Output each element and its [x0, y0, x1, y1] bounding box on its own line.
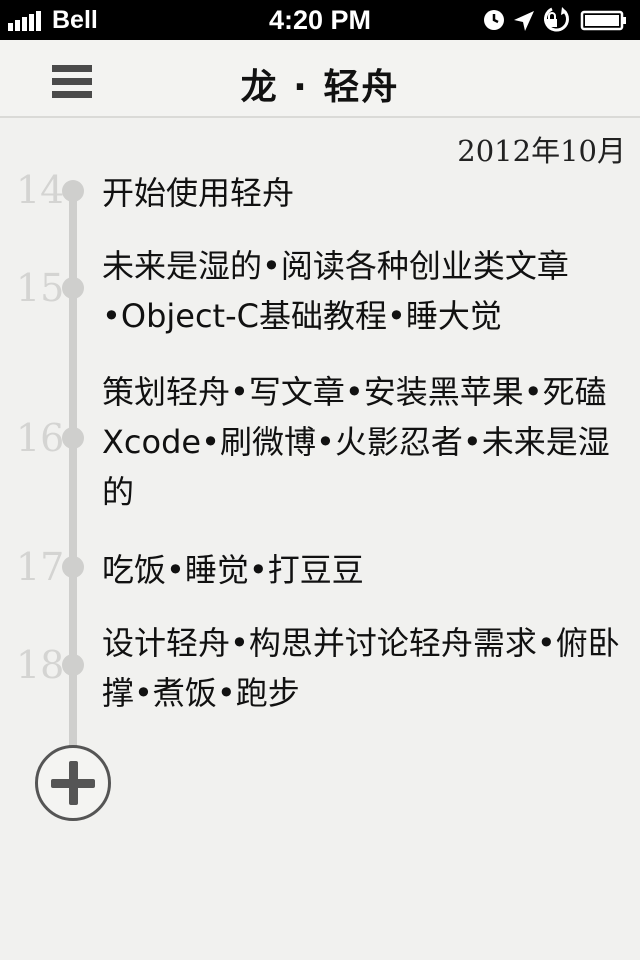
day-number: 16: [16, 416, 65, 460]
day-number: 15: [16, 266, 65, 310]
timeline-node: [62, 654, 84, 676]
rotation-lock-icon: [544, 7, 569, 32]
navigation-bar: 龙 · 轻舟: [0, 40, 640, 118]
battery-icon: [580, 10, 626, 31]
timeline-node: [62, 556, 84, 578]
timeline-entry[interactable]: 开始使用轻舟: [102, 168, 632, 218]
alarm-icon: [484, 10, 504, 30]
page-title: 龙 · 轻舟: [240, 67, 400, 108]
timeline-entry[interactable]: 策划轻舟•写文章•安装黑苹果•死磕Xcode•刷微博•火影忍者•未来是湿的: [102, 367, 632, 517]
month-label: 2012年10月: [457, 134, 626, 168]
status-icons: [484, 7, 626, 32]
timeline-entry[interactable]: 吃饭•睡觉•打豆豆: [102, 545, 632, 595]
location-icon: [514, 11, 534, 31]
timeline-entry[interactable]: 未来是湿的•阅读各种创业类文章•Object-C基础教程•睡大觉: [102, 241, 632, 341]
day-number: 14: [16, 168, 65, 212]
timeline-node: [62, 180, 84, 202]
timeline-node: [62, 277, 84, 299]
day-number: 17: [16, 545, 65, 589]
day-number: 18: [16, 643, 65, 687]
status-bar: Bell 4:20 PM: [0, 0, 640, 40]
timeline-entry[interactable]: 设计轻舟•构思并讨论轻舟需求•俯卧撑•煮饭•跑步: [102, 618, 632, 718]
timeline-node: [62, 427, 84, 449]
add-entry-button[interactable]: [35, 745, 111, 821]
